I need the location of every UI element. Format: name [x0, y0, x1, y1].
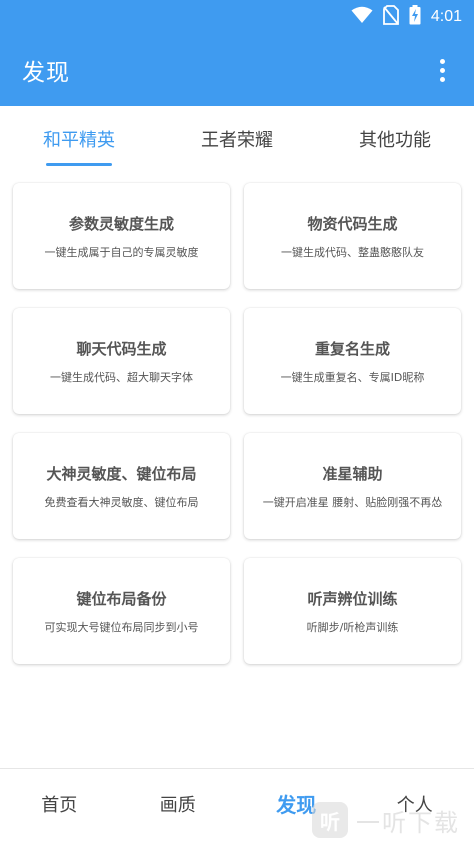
page-title: 发现	[22, 60, 70, 86]
card-layout-backup[interactable]: 键位布局备份 可实现大号键位布局同步到小号	[13, 558, 230, 664]
nav-graphics[interactable]: 画质	[119, 769, 238, 842]
card-pro-sensitivity-layout[interactable]: 大神灵敏度、键位布局 免费查看大神灵敏度、键位布局	[13, 433, 230, 539]
card-title: 参数灵敏度生成	[68, 214, 174, 233]
more-vert-icon[interactable]	[430, 55, 454, 85]
no-sim-icon	[382, 5, 399, 29]
card-title: 听声辨位训练	[307, 589, 398, 608]
card-crosshair-assist[interactable]: 准星辅助 一键开启准星 腰射、贴脸刚强不再怂	[244, 433, 461, 539]
tab-other-functions[interactable]: 其他功能	[316, 106, 474, 172]
card-title: 准星辅助	[322, 464, 383, 483]
nav-profile[interactable]: 个人	[356, 769, 474, 842]
bottom-nav: 首页 画质 发现 个人	[0, 768, 474, 842]
card-desc: 一键生成代码、超大聊天字体	[50, 370, 193, 384]
card-title: 键位布局备份	[76, 589, 167, 608]
card-title: 物资代码生成	[307, 214, 398, 233]
nav-home[interactable]: 首页	[0, 769, 119, 842]
card-duplicate-name-generator[interactable]: 重复名生成 一键生成重复名、专属ID昵称	[244, 308, 461, 414]
card-desc: 一键生成代码、整蛊憨憨队友	[281, 245, 424, 259]
card-desc: 免费查看大神灵敏度、键位布局	[44, 495, 199, 509]
card-desc: 可实现大号键位布局同步到小号	[44, 620, 199, 634]
card-title: 聊天代码生成	[76, 339, 167, 358]
card-sensitivity-generator[interactable]: 参数灵敏度生成 一键生成属于自己的专属灵敏度	[13, 183, 230, 289]
card-title: 重复名生成	[314, 339, 390, 358]
card-chat-code-generator[interactable]: 聊天代码生成 一键生成代码、超大聊天字体	[13, 308, 230, 414]
tab-wangzhe-rongyao[interactable]: 王者荣耀	[158, 106, 316, 172]
card-item-code-generator[interactable]: 物资代码生成 一键生成代码、整蛊憨憨队友	[244, 183, 461, 289]
card-desc: 一键开启准星 腰射、贴脸刚强不再怂	[262, 495, 443, 509]
status-bar: 4:01	[0, 0, 474, 34]
feature-grid: 参数灵敏度生成 一键生成属于自己的专属灵敏度 物资代码生成 一键生成代码、整蛊憨…	[13, 183, 462, 664]
battery-charging-icon	[409, 5, 421, 29]
wifi-icon	[351, 6, 373, 28]
status-time: 4:01	[430, 8, 462, 25]
card-desc: 一键生成重复名、专属ID昵称	[280, 370, 425, 384]
card-sound-training[interactable]: 听声辨位训练 听脚步/听枪声训练	[244, 558, 461, 664]
tab-heping-jingying[interactable]: 和平精英	[0, 106, 158, 172]
card-title: 大神灵敏度、键位布局	[46, 464, 197, 483]
app-bar: 发现	[0, 34, 474, 106]
card-desc: 听脚步/听枪声训练	[306, 620, 399, 634]
card-desc: 一键生成属于自己的专属灵敏度	[44, 245, 199, 259]
nav-discover[interactable]: 发现	[237, 769, 356, 842]
tab-bar: 和平精英 王者荣耀 其他功能	[0, 106, 474, 172]
